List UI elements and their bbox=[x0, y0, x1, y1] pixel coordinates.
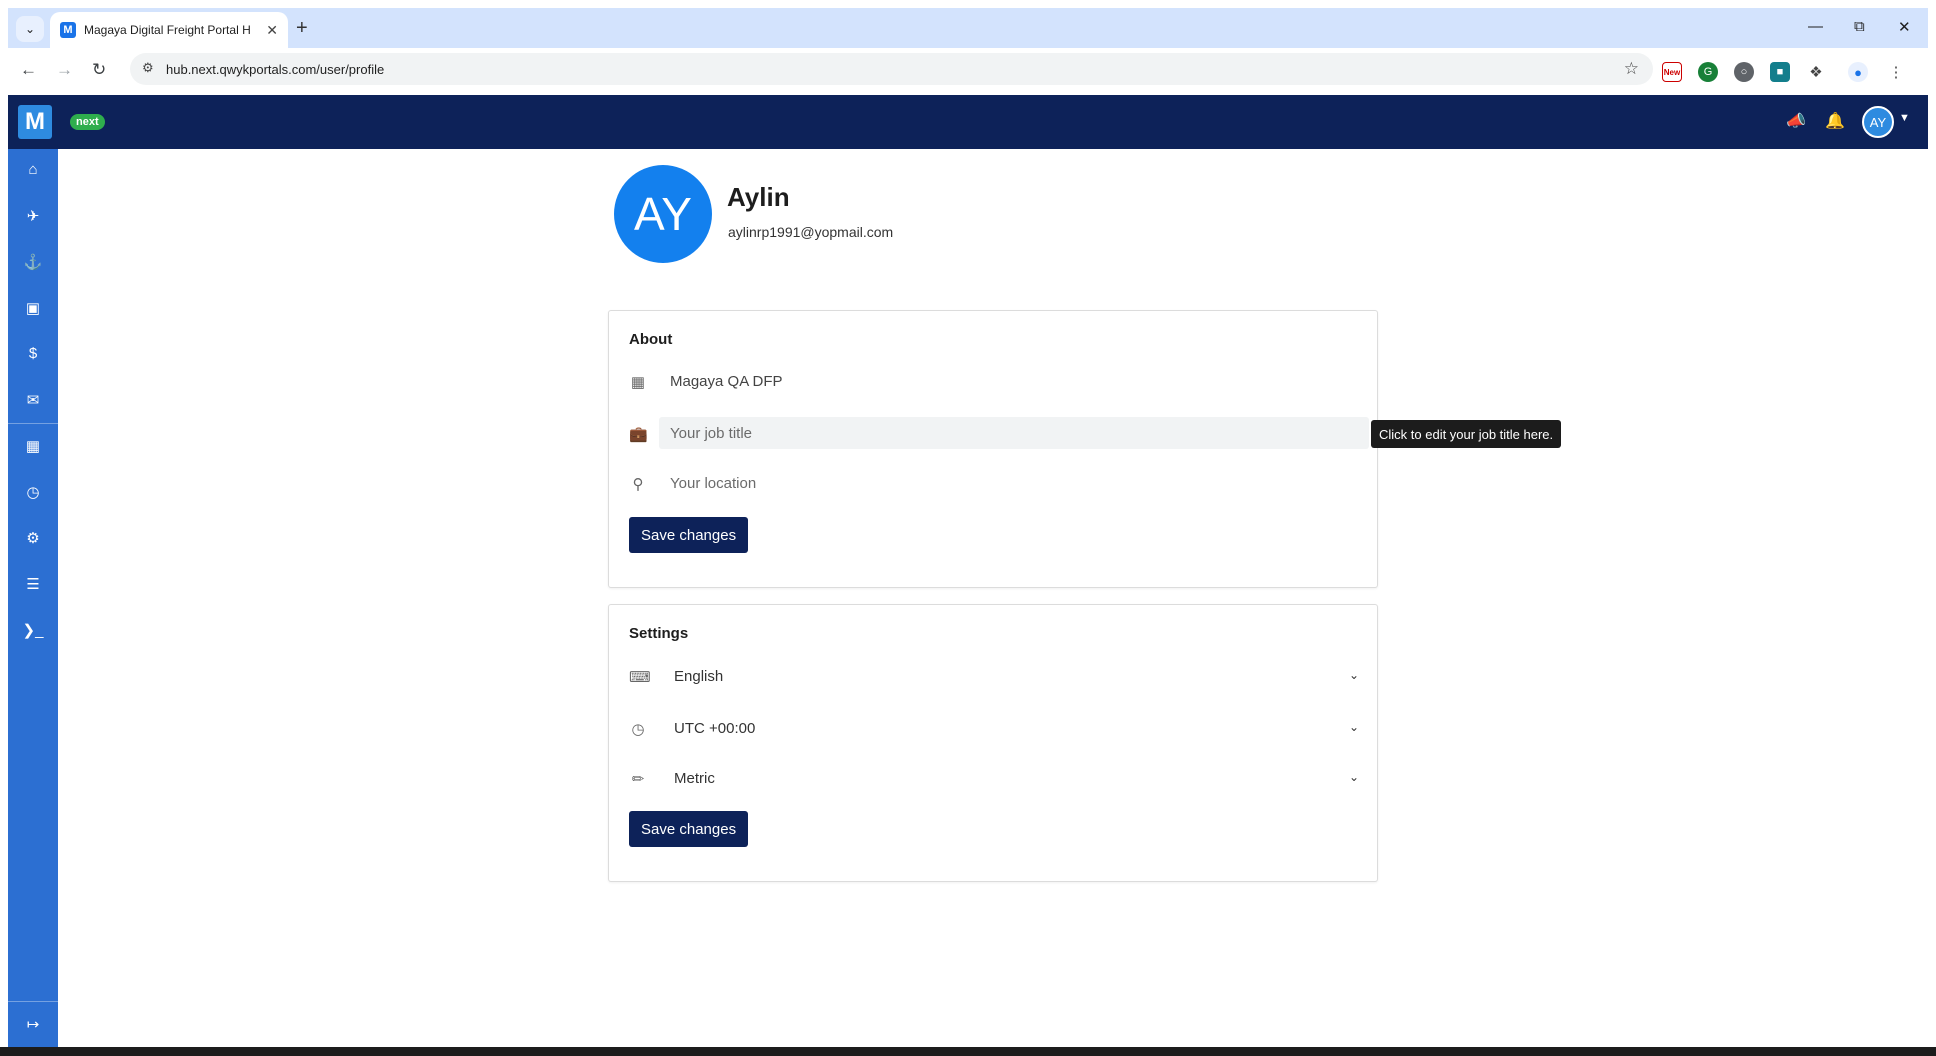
timezone-value: UTC +00:00 bbox=[674, 720, 756, 737]
terminal-icon[interactable]: ❯_ bbox=[8, 621, 58, 639]
browser-toolbar: ← → ↻ ⚙ hub.next.qwykportals.com/user/pr… bbox=[8, 48, 1928, 95]
minimize-icon[interactable]: — bbox=[1808, 18, 1823, 35]
language-select[interactable]: ⌨ English ⌄ bbox=[629, 661, 1359, 693]
history-icon[interactable]: ◷ bbox=[8, 483, 58, 501]
forward-icon[interactable]: → bbox=[56, 60, 73, 80]
profile-name: Aylin bbox=[727, 182, 790, 212]
notification-bell-icon[interactable]: 🔔 bbox=[1825, 111, 1845, 131]
sidebar-divider-bottom bbox=[8, 1001, 58, 1002]
avatar-chevron-down-icon[interactable]: ▼ bbox=[1899, 112, 1910, 124]
tab-title: Magaya Digital Freight Portal H bbox=[84, 23, 251, 37]
language-icon: ⌨ bbox=[629, 669, 651, 686]
site-info-icon[interactable]: ⚙ bbox=[142, 60, 154, 76]
job-title-input[interactable] bbox=[659, 417, 1369, 449]
billing-icon[interactable]: $ bbox=[8, 345, 58, 362]
magaya-logo[interactable]: M bbox=[18, 105, 52, 139]
browser-menu-icon[interactable]: ⋮ bbox=[1886, 62, 1906, 82]
logout-icon[interactable]: ↦ bbox=[8, 1015, 58, 1033]
about-title: About bbox=[629, 331, 673, 348]
chevron-down-icon: ⌄ bbox=[1348, 770, 1359, 784]
about-save-button[interactable]: Save changes bbox=[629, 517, 749, 553]
bookmark-star-icon[interactable]: ☆ bbox=[1624, 59, 1639, 79]
header-avatar[interactable]: AY bbox=[1862, 106, 1894, 138]
settings-save-button[interactable]: Save changes bbox=[629, 811, 749, 847]
company-name: Magaya QA DFP bbox=[670, 373, 783, 390]
extensions-puzzle-icon[interactable]: ❖ bbox=[1806, 62, 1826, 82]
location-input[interactable] bbox=[659, 467, 1369, 499]
clock-icon: ◷ bbox=[631, 721, 645, 738]
messages-icon[interactable]: ✉ bbox=[8, 391, 58, 409]
location-pin-icon: ⚲ bbox=[632, 476, 644, 493]
language-value: English bbox=[674, 668, 724, 685]
cargo-icon[interactable]: ⚓ bbox=[8, 253, 58, 271]
home-icon[interactable]: ⌂ bbox=[8, 161, 58, 178]
timezone-select[interactable]: ◷ UTC +00:00 ⌄ bbox=[629, 713, 1359, 745]
settings-card: Settings ⌨ English ⌄ ◷ UTC +00:00 ⌄ ✏ Me… bbox=[608, 604, 1378, 882]
briefcase-icon: 💼 bbox=[629, 426, 648, 443]
app-header: M next 📣 🔔 AY ▼ bbox=[8, 95, 1928, 149]
reload-icon[interactable]: ↻ bbox=[92, 60, 106, 80]
job-title-tooltip: Click to edit your job title here. bbox=[1371, 420, 1562, 448]
browser-profile-icon[interactable]: ● bbox=[1848, 62, 1868, 82]
tab-close-icon[interactable]: ✕ bbox=[266, 22, 278, 39]
chevron-down-icon: ⌄ bbox=[1348, 720, 1359, 734]
taskbar bbox=[0, 1047, 1936, 1056]
building-icon: ▦ bbox=[630, 374, 646, 391]
tab-search-button[interactable]: ⌄ bbox=[16, 16, 44, 42]
browser-tab[interactable]: M Magaya Digital Freight Portal H ✕ bbox=[50, 12, 288, 48]
browser-chrome: ⌄ M Magaya Digital Freight Portal H ✕ + … bbox=[8, 8, 1928, 95]
ruler-icon: ✏ bbox=[631, 771, 645, 788]
settings-title: Settings bbox=[629, 625, 689, 642]
units-value: Metric bbox=[674, 770, 715, 787]
screen: ⌄ M Magaya Digital Freight Portal H ✕ + … bbox=[0, 0, 1936, 1056]
settings-icon[interactable]: ⚙ bbox=[8, 529, 58, 547]
extension-key-icon[interactable]: ○ bbox=[1734, 62, 1754, 82]
warehouse-icon[interactable]: ▦ bbox=[8, 437, 58, 455]
sidebar-divider bbox=[8, 423, 58, 424]
inventory-icon[interactable]: ▣ bbox=[8, 299, 58, 317]
address-bar[interactable]: ⚙ hub.next.qwykportals.com/user/profile … bbox=[130, 53, 1653, 85]
next-badge: next bbox=[70, 114, 105, 130]
restore-icon[interactable]: ⧉ bbox=[1854, 18, 1865, 35]
library-icon[interactable]: ☰ bbox=[8, 575, 58, 593]
extension-new-icon[interactable]: New bbox=[1662, 62, 1682, 82]
tab-strip: ⌄ M Magaya Digital Freight Portal H ✕ + … bbox=[8, 8, 1928, 48]
tab-favicon-icon: M bbox=[60, 22, 76, 38]
back-icon[interactable]: ← bbox=[20, 60, 37, 80]
chevron-down-icon: ⌄ bbox=[1348, 668, 1359, 682]
new-tab-button[interactable]: + bbox=[296, 18, 308, 38]
close-window-icon[interactable]: ✕ bbox=[1898, 18, 1911, 36]
shipments-icon[interactable]: ✈ bbox=[8, 207, 58, 225]
profile-email: aylinrp1991@yopmail.com bbox=[728, 224, 894, 240]
sidebar: ⌂ ✈ ⚓ ▣ $ ✉ ▦ ◷ ⚙ ☰ ❯_ ↦ bbox=[8, 149, 58, 1047]
about-card: About ▦ Magaya QA DFP 💼 ⚲ Save changes bbox=[608, 310, 1378, 588]
announcement-icon[interactable]: 📣 bbox=[1786, 111, 1806, 131]
units-select[interactable]: ✏ Metric ⌄ bbox=[629, 763, 1359, 795]
profile-avatar[interactable]: AY bbox=[614, 165, 712, 263]
extension-grammar-icon[interactable]: G bbox=[1698, 62, 1718, 82]
extension-teal-icon[interactable]: ■ bbox=[1770, 62, 1790, 82]
address-url[interactable]: hub.next.qwykportals.com/user/profile bbox=[166, 62, 384, 77]
